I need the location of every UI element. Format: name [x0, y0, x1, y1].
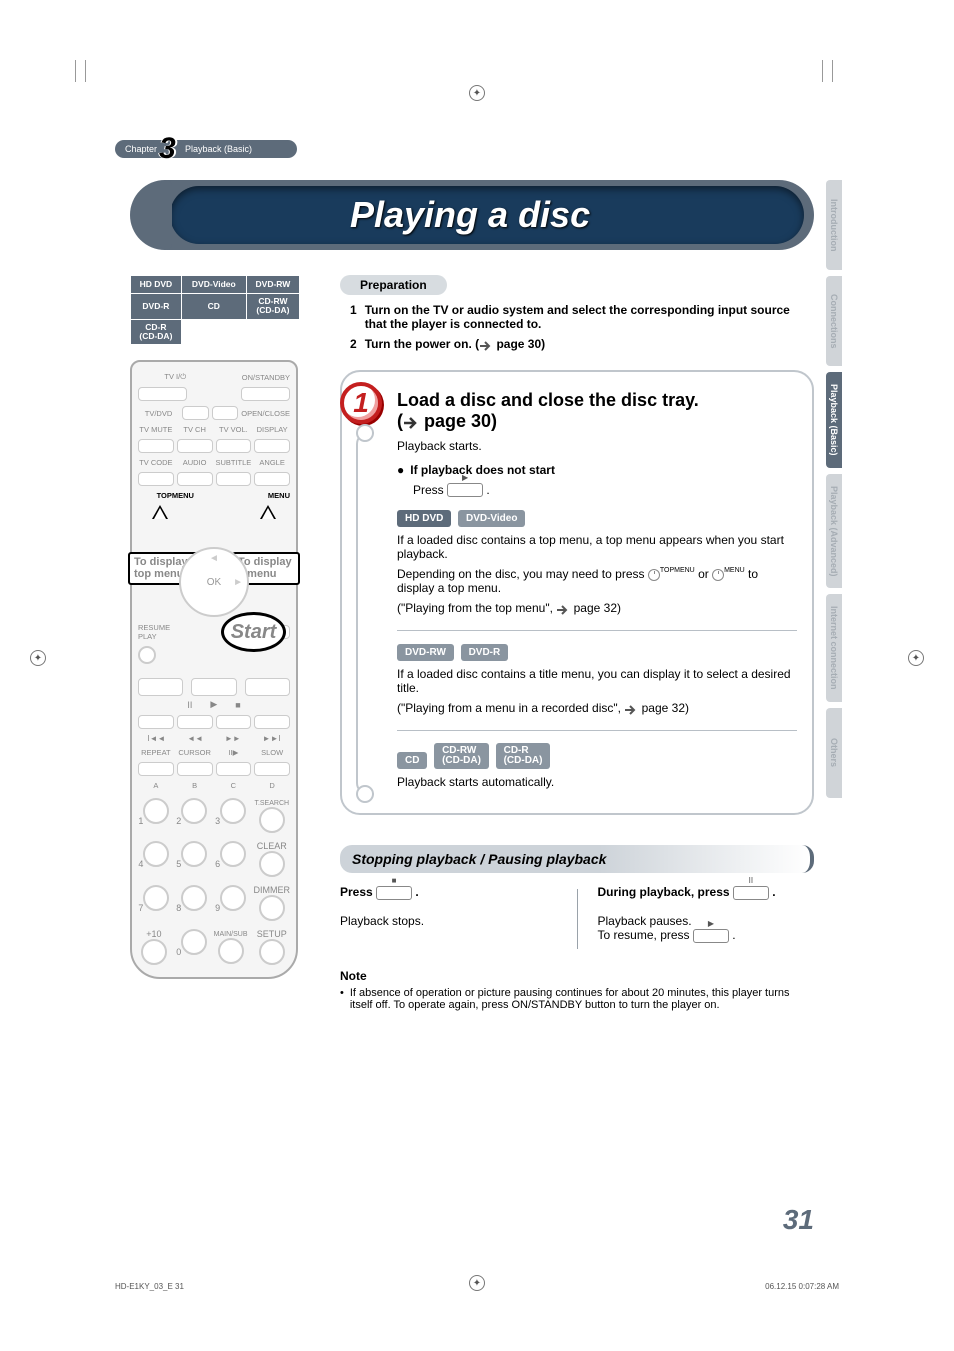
page-title: Playing a disc	[350, 194, 590, 236]
disc-tag: DVD-RW	[397, 644, 454, 661]
note-section: Note • If absence of operation or pictur…	[340, 969, 814, 1011]
footer-timestamp: 06.12.15 0:07:28 AM	[765, 1282, 839, 1291]
page-ref-icon	[479, 338, 493, 352]
step-number-badge: 1	[340, 382, 382, 424]
body-text: ("Playing from a menu in a recorded disc…	[397, 701, 797, 716]
body-text: If a loaded disc contains a top menu, a …	[397, 533, 797, 561]
disc-cell: DVD-R	[131, 294, 182, 320]
pause-button-icon: II	[733, 886, 769, 900]
page-title-banner: Playing a disc	[130, 180, 814, 250]
step-heading: Load a disc and close the disc tray. ( p…	[397, 390, 797, 433]
side-tab: Connections	[826, 276, 842, 366]
body-text: ("Playing from the top menu", page 32)	[397, 601, 797, 616]
registration-mark	[469, 1275, 485, 1291]
menu-label: MENU	[216, 491, 291, 500]
page-ref-icon	[403, 412, 419, 433]
chapter-number: 3	[159, 132, 176, 166]
disc-tag: HD DVD	[397, 510, 451, 527]
page-ref-icon	[624, 702, 638, 716]
body-text: If a loaded disc contains a title menu, …	[397, 667, 797, 695]
disc-tag: CD-RW (CD-DA)	[434, 743, 489, 769]
chapter-tab: Chapter Playback (Basic) 3	[115, 140, 297, 158]
play-button-icon: ▶	[447, 483, 483, 497]
menu-button-icon	[712, 569, 724, 581]
disc-cell: CD	[181, 294, 246, 320]
remote-illustration: TV I/⏻ ON/STANDBY TV/DVD OPEN/CLOSE TV M…	[130, 360, 298, 979]
disc-tag: DVD-R	[461, 644, 509, 661]
body-text: Playback stops.	[340, 914, 557, 928]
side-navigation-tabs: Introduction Connections Playback (Basic…	[826, 180, 846, 804]
bullet-heading: ●If playback does not start	[397, 463, 797, 477]
note-heading: Note	[340, 969, 367, 983]
registration-mark	[30, 650, 46, 666]
disc-cell: CD-R (CD-DA)	[131, 319, 182, 345]
body-text: To resume, press ▶ .	[598, 928, 815, 943]
page-number: 31	[783, 1204, 814, 1236]
step-1-block: 1 Load a disc and close the disc tray. (…	[340, 370, 814, 815]
disc-tag: CD-R (CD-DA)	[496, 743, 551, 769]
note-text: If absence of operation or picture pausi…	[350, 987, 814, 1011]
side-tab-active: Playback (Basic)	[826, 372, 842, 468]
disc-cell: DVD-RW	[246, 276, 299, 294]
side-tab: Introduction	[826, 180, 842, 270]
side-tab: Playback (Advanced)	[826, 474, 842, 589]
prep-item-number: 2	[350, 337, 357, 352]
supported-disc-table: HD DVD DVD-Video DVD-RW DVD-R CD CD-RW (…	[130, 275, 300, 345]
registration-mark	[469, 85, 485, 101]
section-heading: Stopping playback / Pausing playback	[340, 845, 814, 873]
body-text: Depending on the disc, you may need to p…	[397, 567, 797, 595]
disc-tag: DVD-Video	[458, 510, 526, 527]
disc-cell: HD DVD	[131, 276, 182, 294]
stop-button-icon: ■	[376, 886, 412, 900]
chapter-section: Playback (Basic)	[185, 144, 252, 154]
body-text: Playback pauses.	[598, 914, 815, 928]
body-text: Playback starts automatically.	[397, 775, 797, 789]
prep-item-text: Turn on the TV or audio system and selec…	[365, 303, 814, 331]
chapter-label: Chapter	[125, 144, 157, 154]
disc-cell: CD-RW (CD-DA)	[246, 294, 299, 320]
page-ref-icon	[556, 602, 570, 616]
footer-file-ref: HD-E1KY_03_E 31	[115, 1282, 184, 1291]
disc-tag: CD	[397, 752, 427, 769]
side-tab: Others	[826, 708, 842, 798]
topmenu-button-icon	[648, 569, 660, 581]
prep-item-number: 1	[350, 303, 357, 331]
registration-mark	[908, 650, 924, 666]
preparation-heading: Preparation	[340, 275, 447, 295]
disc-cell: DVD-Video	[181, 276, 246, 294]
topmenu-label: TOPMENU	[138, 491, 213, 500]
body-text: Playback starts.	[397, 439, 797, 453]
play-button-icon: ▶	[693, 929, 729, 943]
side-tab: Internet connection	[826, 594, 842, 702]
